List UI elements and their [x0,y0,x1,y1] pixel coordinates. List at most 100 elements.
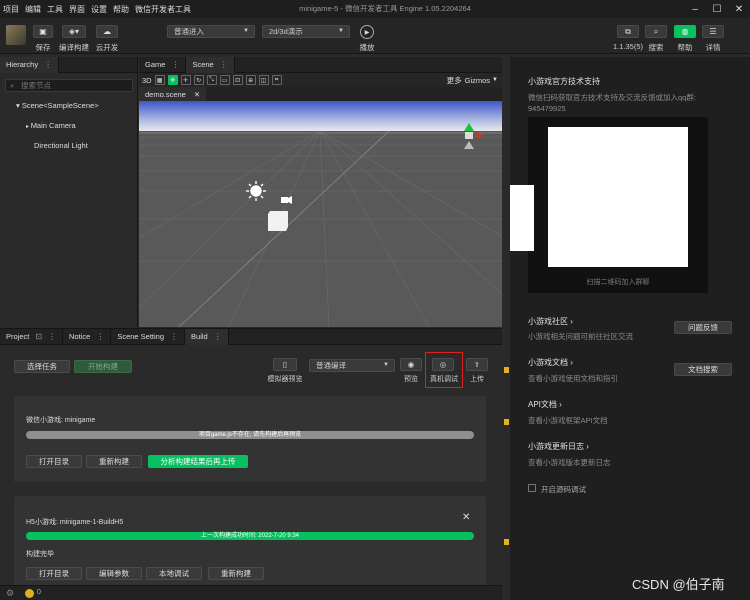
more-icon[interactable]: ⋮ [170,332,178,341]
scale-tool-icon[interactable]: ⤡ [206,75,217,85]
upload-button[interactable]: ⇪ [466,358,488,371]
scene-viewport[interactable] [139,101,502,327]
community-link[interactable]: 小游戏社区 › [528,316,573,327]
maximize-icon[interactable]: ☐ [706,0,728,18]
cloud-dev-button[interactable]: ☁ [96,25,118,38]
more-menu[interactable]: 更多 [447,75,462,86]
tab-build[interactable]: Build ⋮ [185,328,229,345]
rebuild-button[interactable]: 重新构建 [208,567,264,580]
hierarchy-search-input[interactable]: ⌕ 搜索节点 [5,79,133,92]
close-icon[interactable]: ✕ [194,90,200,99]
api-link[interactable]: API文档 › [528,399,562,410]
tree-item-main-camera[interactable]: ▸ Main Camera [26,121,76,130]
more-icon[interactable]: ⋮ [96,332,104,341]
camera-icon[interactable] [281,196,292,204]
tab-notice[interactable]: Notice ⋮ [63,328,112,345]
avatar[interactable] [6,25,26,45]
more-icon[interactable]: ⋮ [220,60,228,69]
tree-item-directional-light[interactable]: Directional Light [34,141,88,150]
compile-mode-select[interactable]: 普通编译 ▼ [309,359,395,372]
analyze-upload-button[interactable]: 分析构建结果后再上传 [148,455,248,468]
help-panel: 小游戏官方技术支持 微信扫码获取官方技术支持及交流反馈或加入qq群: 94547… [510,57,750,600]
menu-settings[interactable]: 设置 [88,4,110,15]
search-button[interactable]: ⌕ [645,25,667,38]
close-icon[interactable]: ✕ [462,512,470,523]
doc-search-button[interactable]: 文档搜索 [674,363,732,376]
mode-3d-toggle[interactable]: 3D [142,76,152,85]
pivot-icon[interactable]: ⊕ [245,75,256,85]
local-icon[interactable]: ◫ [258,75,269,85]
tab-scene-setting[interactable]: Scene Setting ⋮ [111,328,186,345]
lock-icon[interactable]: ⊡ [35,332,42,341]
menu-edit[interactable]: 编辑 [22,4,44,15]
tab-project[interactable]: Project ⊡ ⋮ [0,328,64,345]
feedback-button[interactable]: 问题反馈 [674,321,732,334]
grid-icon[interactable]: ▦ [154,75,165,85]
save-button[interactable]: ▣ [33,25,53,38]
docs-link[interactable]: 小游戏文档 › [528,357,573,368]
preview-button[interactable]: ◉ [400,358,422,371]
chevron-right-icon: › [570,358,573,367]
support-title: 小游戏官方技术支持 [528,77,600,86]
move-tool-icon[interactable]: ✛ [180,75,191,85]
menu-help[interactable]: 帮助 [110,4,132,15]
minimize-icon[interactable]: – [684,0,706,18]
chevron-down-icon[interactable]: ▼ [492,77,498,83]
tab-build-label: Build [191,332,208,341]
real-debug-button[interactable]: ◎ [432,358,454,371]
menu-icon: ☰ [709,27,717,36]
more-icon[interactable]: ⋮ [171,60,179,69]
compile-build-button[interactable]: ◈▾ [62,25,86,38]
more-icon[interactable]: ⋮ [214,332,222,341]
menu-view[interactable]: 界面 [66,4,88,15]
gizmos-dropdown[interactable]: Gizmos [465,76,490,85]
help-button[interactable]: ◍ [674,25,696,38]
tree-item-label: Directional Light [34,141,88,150]
version-button[interactable]: ⧉ [617,25,639,38]
more-icon[interactable]: ⋮ [48,332,56,341]
select-task-button[interactable]: 选择任务 [14,360,70,373]
start-build-button[interactable]: 开始构建 [74,360,132,373]
tab-scene-setting-label: Scene Setting [117,332,165,341]
menu-project[interactable]: 项目 [0,4,22,15]
scene-file-tabbar: demo.scene ✕ [139,87,502,101]
rotate-tool-icon[interactable]: ↻ [193,75,204,85]
changelog-link[interactable]: 小游戏更新日志 › [528,441,589,452]
compile-build-label: 编译构建 [59,43,89,52]
tree-item-scene[interactable]: ▾ Scene<SampleScene> [16,101,99,110]
scene-panel: Game ⋮ Scene ⋮ 3D ▦ ✥ ✛ ↻ ⤡ ▭ ⊡ ⊕ ◫ ⌗ 更多 G… [139,56,502,327]
open-directory-button[interactable]: 打开目录 [26,567,82,580]
upload-label: 上传 [470,376,484,383]
snap-icon[interactable]: ⌗ [271,75,282,85]
tab-game[interactable]: Game ⋮ [139,56,187,73]
menu-devtools[interactable]: 微信开发者工具 [132,4,194,15]
rect-tool-icon[interactable]: ▭ [219,75,230,85]
hand-tool-icon[interactable]: ✥ [167,75,178,85]
open-directory-button[interactable]: 打开目录 [26,455,82,468]
details-button[interactable]: ☰ [702,25,724,38]
notice-icon[interactable] [25,589,34,598]
source-debug-checkbox[interactable] [528,484,536,492]
play-button[interactable]: ▶ [360,25,374,39]
tab-hierarchy[interactable]: Hierarchy ⋮ [0,56,60,73]
simulator-preview-button[interactable]: ▯ [273,358,297,371]
rebuild-button[interactable]: 重新构建 [86,455,142,468]
edit-params-button[interactable]: 编辑参数 [86,567,142,580]
status-bar: ⚙ 0 [0,585,502,600]
sun-icon[interactable] [246,181,266,201]
menu-tools[interactable]: 工具 [44,4,66,15]
scene-tabbar: Game ⋮ Scene ⋮ [139,56,502,73]
cube-object[interactable] [268,211,288,231]
chevron-right-icon: › [570,317,573,326]
local-debug-button[interactable]: 本地调试 [146,567,202,580]
settings-icon[interactable]: ⚙ [6,588,14,599]
dimension-select[interactable]: 2d/3d演示 ▼ [262,25,350,38]
help-label: 帮助 [677,43,693,52]
tab-demo-scene[interactable]: demo.scene ✕ [139,87,207,101]
tab-scene[interactable]: Scene ⋮ [186,56,235,73]
mode-select[interactable]: 普通进入 ▼ [167,25,255,38]
play-icon: ▶ [364,29,370,36]
transform-tool-icon[interactable]: ⊡ [232,75,243,85]
more-icon[interactable]: ⋮ [44,60,52,69]
close-icon[interactable]: ✕ [728,0,750,18]
